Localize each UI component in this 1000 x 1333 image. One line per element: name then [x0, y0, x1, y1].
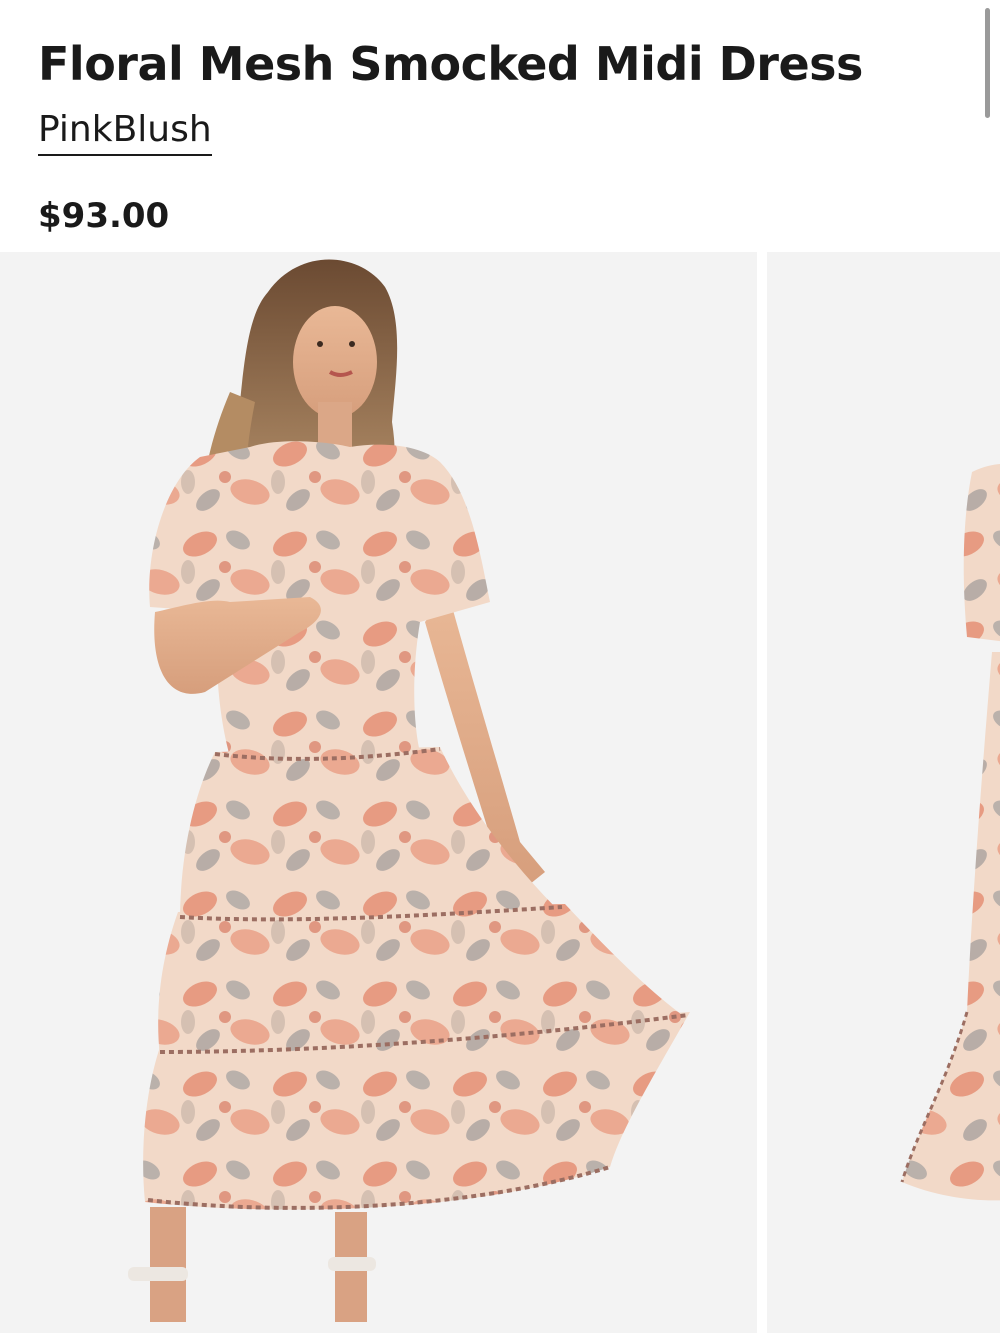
- brand-link[interactable]: PinkBlush: [38, 108, 212, 156]
- product-image-next[interactable]: [767, 252, 1000, 1333]
- model-photo-icon: [900, 463, 1000, 1201]
- product-page: Floral Mesh Smocked Midi Dress PinkBlush…: [0, 0, 1000, 1333]
- model-photo-icon: [128, 259, 690, 1322]
- image-gallery[interactable]: [0, 252, 1000, 1333]
- product-price: $93.00: [38, 196, 170, 236]
- product-image-main[interactable]: [0, 252, 757, 1333]
- scrollbar-thumb[interactable]: [985, 8, 990, 118]
- product-title: Floral Mesh Smocked Midi Dress: [38, 37, 863, 91]
